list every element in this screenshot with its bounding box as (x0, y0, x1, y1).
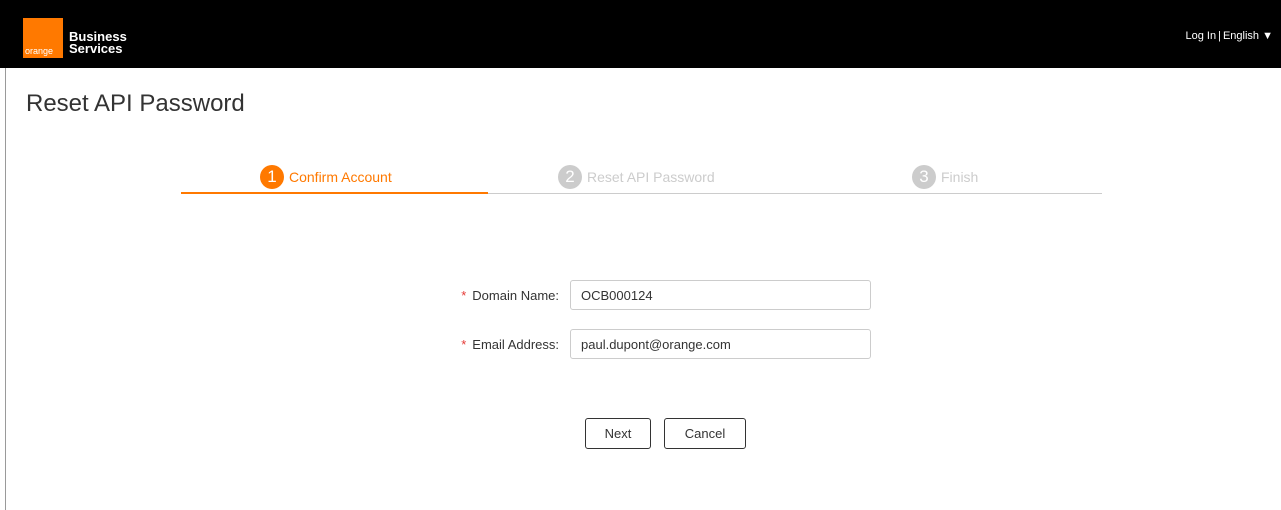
language-label: English (1222, 30, 1260, 42)
login-link[interactable]: Log In (1186, 30, 1217, 42)
link-separator: | (1218, 30, 1221, 42)
step-finish: 3 Finish (912, 164, 978, 190)
step-2-number-icon: 2 (558, 165, 582, 189)
language-selector[interactable]: English ▼ (1223, 30, 1273, 42)
page-title: Reset API Password (26, 90, 245, 117)
domain-name-input[interactable] (570, 280, 871, 310)
step-1-label: Confirm Account (289, 169, 392, 185)
domain-name-label-text: Domain Name: (472, 287, 559, 303)
email-address-input[interactable] (570, 329, 871, 359)
step-2-label: Reset API Password (587, 169, 715, 185)
step-1-number-icon: 1 (260, 165, 284, 189)
top-navigation-bar: orange Business Services Log In | English … (0, 0, 1281, 68)
cancel-button[interactable]: Cancel (664, 418, 746, 449)
domain-name-label: * Domain Name: (420, 288, 570, 303)
step-3-label: Finish (941, 169, 979, 185)
step-confirm-account: 1 Confirm Account (260, 164, 392, 190)
step-reset-api-password: 2 Reset API Password (558, 164, 715, 190)
next-button[interactable]: Next (585, 418, 651, 449)
email-address-label: * Email Address: (420, 337, 570, 352)
brand-line-2: Services (69, 41, 123, 56)
brand-name: Business Services (69, 30, 127, 56)
left-border (5, 68, 6, 510)
top-links: Log In | English ▼ (1186, 30, 1273, 42)
email-address-label-text: Email Address: (472, 336, 559, 352)
email-address-row: * Email Address: (420, 329, 882, 359)
orange-logo[interactable]: orange (23, 18, 63, 58)
logo-text: orange (25, 46, 54, 56)
caret-down-icon: ▼ (1262, 30, 1273, 42)
required-mark: * (461, 336, 467, 352)
required-mark: * (461, 287, 467, 303)
domain-name-row: * Domain Name: (420, 280, 882, 310)
steps-active-indicator (181, 192, 488, 194)
step-3-number-icon: 3 (912, 165, 936, 189)
